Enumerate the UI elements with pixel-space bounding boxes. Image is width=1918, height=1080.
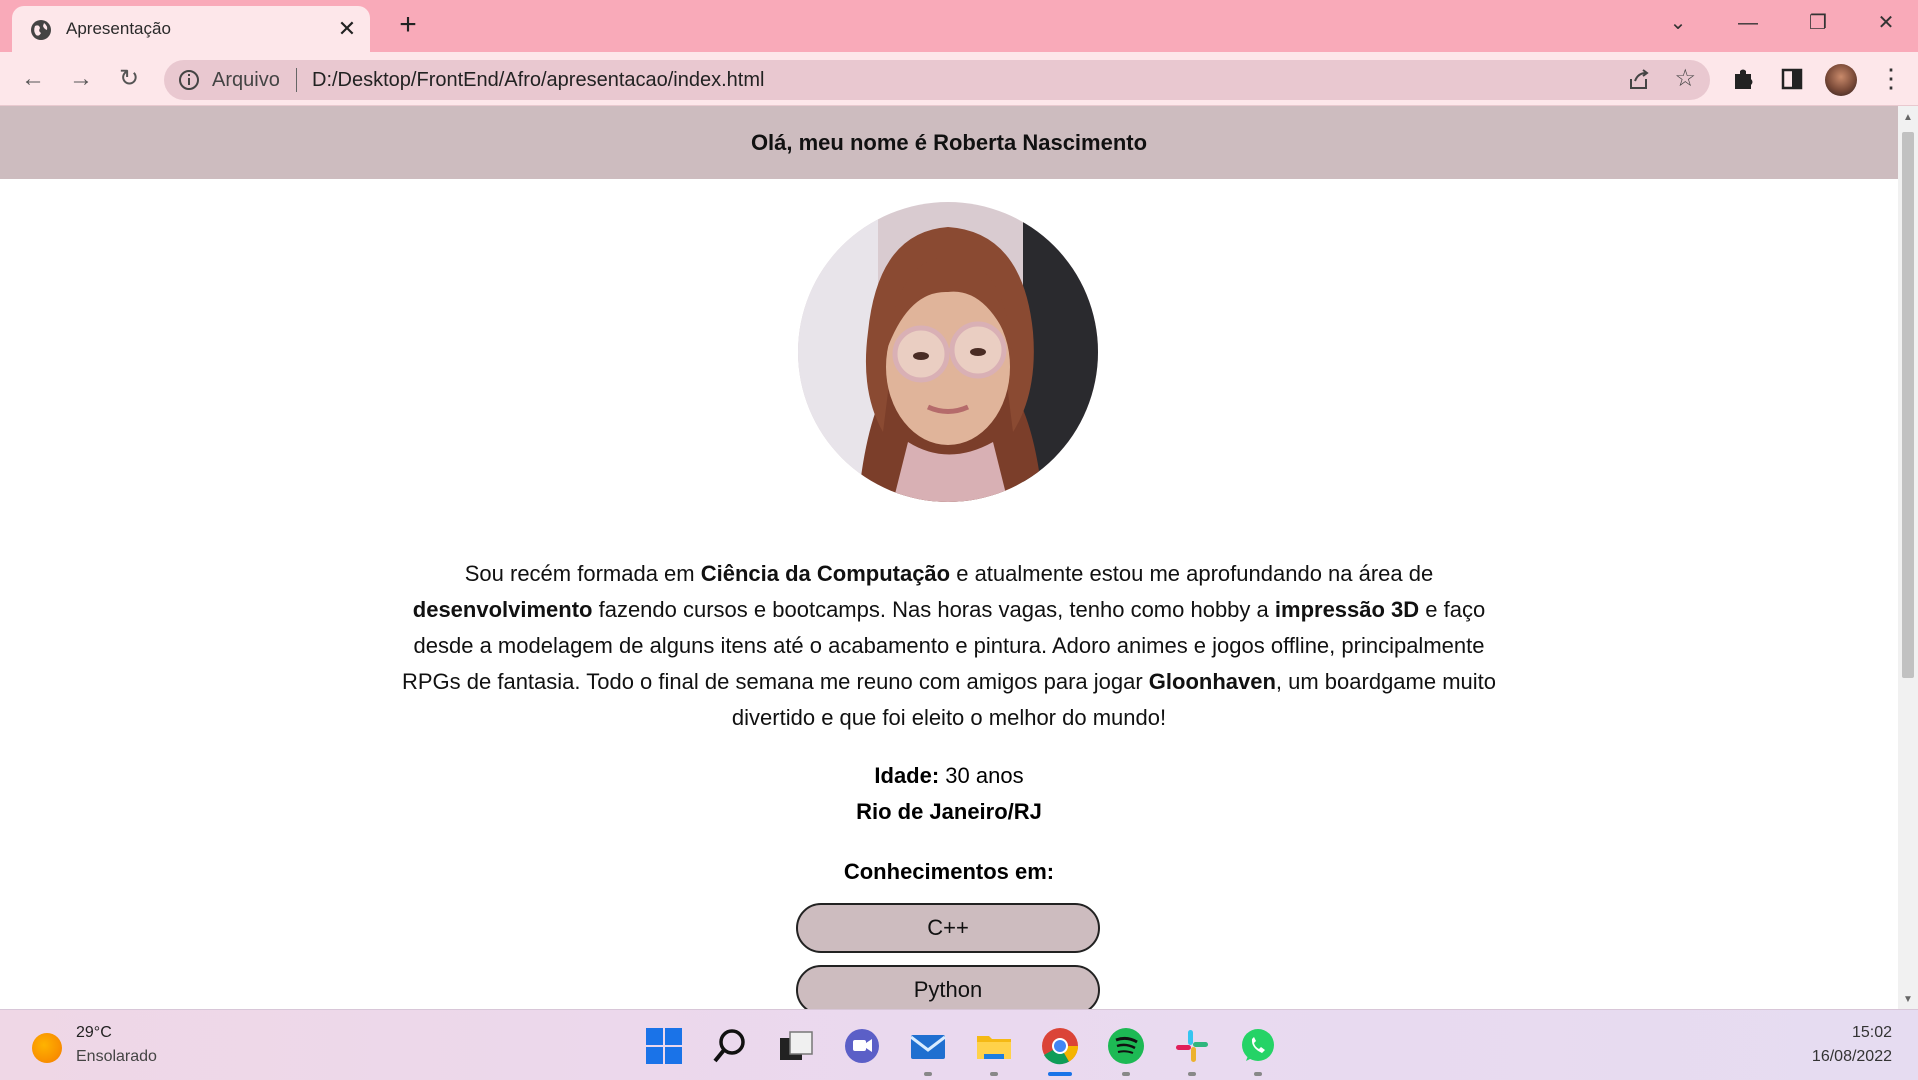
skills-title: Conhecimentos em: [843,859,1055,884]
minimize-button[interactable]: — [1726,8,1770,38]
sun-icon[interactable] [32,1033,62,1063]
weather-temperature[interactable]: 29°C [76,1024,112,1042]
address-bar[interactable]: Arquivo D:/Desktop/FrontEnd/Afro/apresen… [164,60,1710,100]
bio-text: fazendo cursos e bootcamps. Nas horas va… [592,597,1275,622]
profile-photo [798,202,1098,502]
chrome-active-indicator [1048,1072,1072,1076]
omnibox-separator [296,68,297,92]
windows-taskbar: 29°C Ensolarado 15:02 16/08/2022 [0,1009,1918,1080]
file-scheme-label: Arquivo [212,69,280,91]
side-panel-icon[interactable] [1778,65,1806,93]
skill-button-cpp[interactable]: C++ [796,903,1100,953]
close-tab-icon[interactable]: ✕ [334,16,360,42]
bookmark-star-icon[interactable]: ☆ [1674,64,1696,93]
back-arrow-icon[interactable]: ← [16,62,50,96]
globe-icon [31,20,51,40]
menu-kebab-icon[interactable]: ⋮ [1878,64,1904,92]
tab-search-chevron-icon[interactable]: ⌄ [1656,8,1700,38]
browser-tab[interactable]: Apresentação ✕ [12,6,370,52]
browser-toolbar: ← → ↻ Arquivo D:/Desktop/FrontEnd/Afro/a… [0,52,1918,106]
tab-title: Apresentação [66,19,171,38]
skill-button-python[interactable]: Python [796,965,1100,1009]
info-icon[interactable] [178,69,200,91]
task-view-icon[interactable] [776,1026,816,1066]
spotify-running-indicator [1122,1072,1130,1076]
page-title: Olá, meu nome é Roberta Nascimento [750,130,1148,155]
bio-highlight: desenvolvimento [412,597,593,622]
age-line: Idade: 30 anos [0,758,1898,794]
extensions-puzzle-icon[interactable] [1730,65,1758,93]
age-value: 30 anos [939,763,1024,788]
bio-highlight: Ciência da Computação [700,561,951,586]
slack-running-indicator [1188,1072,1196,1076]
forward-arrow-icon[interactable]: → [64,62,98,96]
chrome-icon[interactable] [1040,1026,1080,1066]
bio-paragraph: Sou recém formada em Ciência da Computaç… [390,556,1508,736]
profile-photo-illustration [798,202,1098,502]
url-text[interactable]: D:/Desktop/FrontEnd/Afro/apresentacao/in… [312,69,764,92]
windows-start-icon[interactable] [644,1026,684,1066]
scroll-up-arrow-icon[interactable]: ▲ [1903,112,1913,123]
teams-chat-icon[interactable] [842,1026,882,1066]
whatsapp-icon[interactable] [1238,1026,1278,1066]
restore-button[interactable]: ❐ [1796,8,1840,38]
bio-highlight: Gloonhaven [1148,669,1276,694]
weather-description[interactable]: Ensolarado [76,1048,157,1066]
share-icon[interactable] [1626,67,1652,93]
page-viewport: Olá, meu nome é Roberta Nascimento Sou r… [0,106,1898,1009]
search-icon[interactable] [710,1026,750,1066]
city-line: Rio de Janeiro/RJ [856,799,1042,824]
reload-icon[interactable]: ↻ [112,62,146,96]
close-window-button[interactable]: ✕ [1864,8,1908,38]
slack-icon[interactable] [1172,1026,1212,1066]
profile-avatar[interactable] [1825,64,1857,96]
clock-time[interactable]: 15:02 [1852,1024,1892,1042]
vertical-scrollbar[interactable]: ▲ ▼ [1898,106,1918,1009]
new-tab-button[interactable]: + [392,10,424,42]
bio-text: e atualmente estou me aprofundando na ár… [950,561,1434,586]
scroll-down-arrow-icon[interactable]: ▼ [1903,994,1913,1005]
file-explorer-icon[interactable] [974,1026,1014,1066]
scrollbar-thumb[interactable] [1902,132,1914,678]
page-header: Olá, meu nome é Roberta Nascimento [0,106,1898,179]
whatsapp-running-indicator [1254,1072,1262,1076]
browser-tab-strip: Apresentação ✕ + ⌄ — ❐ ✕ [0,0,1918,52]
explorer-running-indicator [990,1072,998,1076]
spotify-icon[interactable] [1106,1026,1146,1066]
bio-text: Sou recém formada em [464,561,701,586]
bio-highlight: impressão 3D [1274,597,1420,622]
mail-icon[interactable] [908,1026,948,1066]
mail-running-indicator [924,1072,932,1076]
clock-date[interactable]: 16/08/2022 [1812,1048,1892,1066]
age-label: Idade: [874,763,940,788]
